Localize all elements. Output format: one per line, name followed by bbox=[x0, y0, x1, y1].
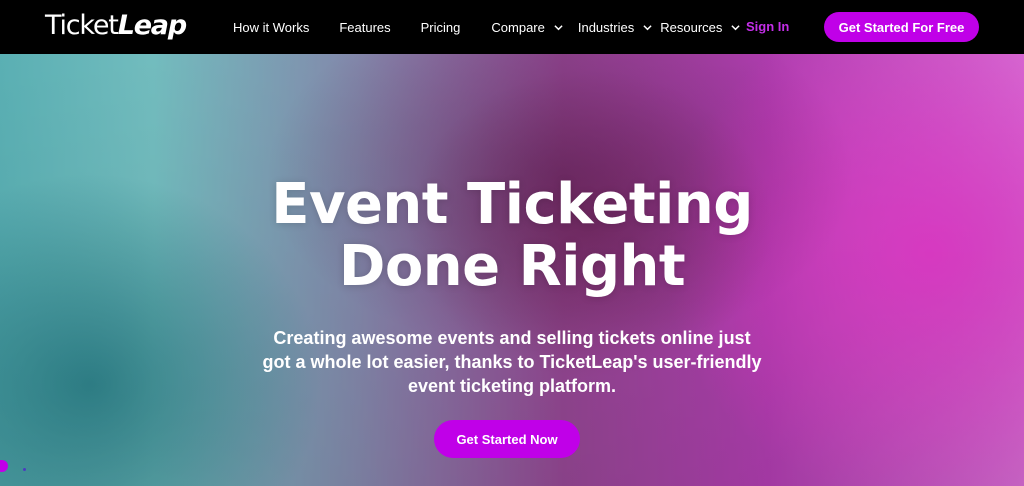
hero-title-line-2: Done Right bbox=[338, 234, 686, 299]
get-started-now-button[interactable]: Get Started Now bbox=[434, 420, 580, 458]
nav-item-how-it-works[interactable]: How it Works bbox=[233, 20, 309, 35]
nav-item-label: Compare bbox=[491, 19, 545, 35]
chevron-down-icon bbox=[731, 23, 740, 32]
get-started-free-button[interactable]: Get Started For Free bbox=[824, 12, 979, 42]
nav-item-label: How it Works bbox=[233, 19, 310, 35]
chevron-down-icon bbox=[554, 23, 563, 32]
nav-item-label: Industries bbox=[577, 19, 635, 35]
nav-item-features[interactable]: Features bbox=[339, 20, 390, 35]
nav-item-industries[interactable]: Industries bbox=[578, 20, 652, 35]
main-nav: How it Works Features Pricing Compare In… bbox=[233, 0, 740, 54]
sign-in-link[interactable]: Sign In bbox=[746, 19, 789, 34]
nav-item-label: Features bbox=[339, 19, 391, 35]
logo-text-ticket: Ticket bbox=[45, 10, 119, 41]
nav-item-pricing[interactable]: Pricing bbox=[421, 20, 461, 35]
logo-text-leap: Leap bbox=[117, 10, 187, 41]
hero-section: Event Ticketing Done Right Creating awes… bbox=[0, 54, 1024, 486]
hero-title: Event Ticketing Done Right bbox=[0, 174, 1024, 298]
nav-item-label: Pricing bbox=[420, 19, 461, 35]
decorative-dot bbox=[23, 468, 26, 471]
nav-item-resources[interactable]: Resources bbox=[660, 20, 740, 35]
top-navigation-bar: TicketLeap How it Works Features Pricing… bbox=[0, 0, 1024, 54]
nav-item-label: Resources bbox=[660, 19, 723, 35]
chevron-down-icon bbox=[643, 23, 652, 32]
ticketleap-logo[interactable]: TicketLeap bbox=[45, 10, 187, 41]
hero-subtitle: Creating awesome events and selling tick… bbox=[262, 328, 762, 396]
hero-title-line-1: Event Ticketing bbox=[271, 172, 753, 237]
nav-item-compare[interactable]: Compare bbox=[491, 19, 563, 35]
